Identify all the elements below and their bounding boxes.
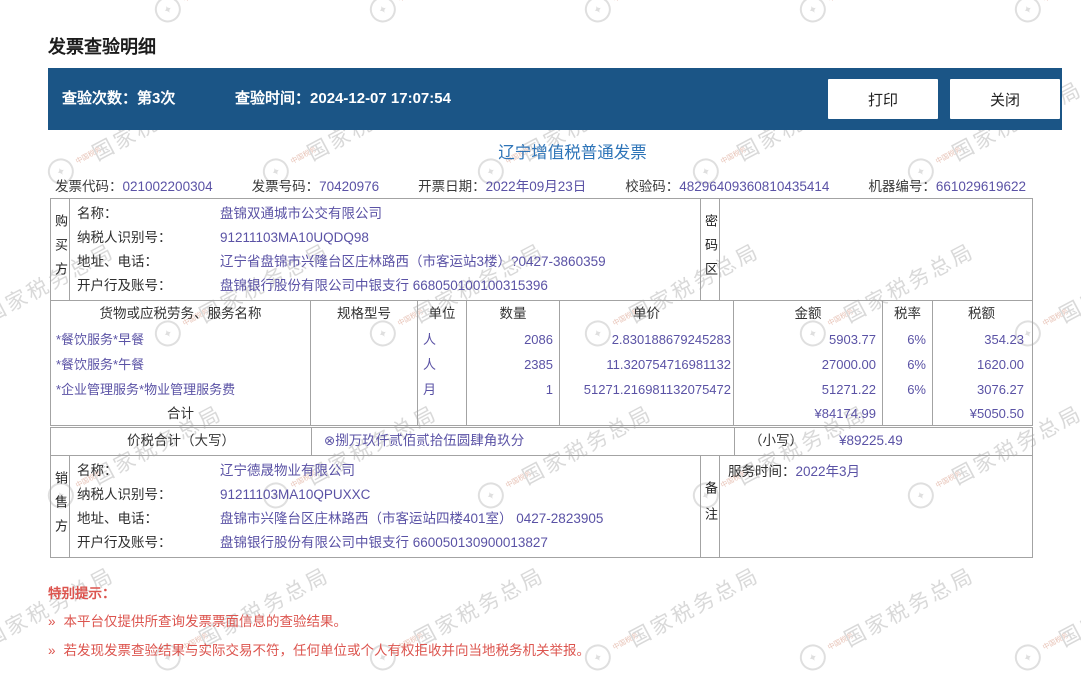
check-count: 查验次数：第3次 [62, 68, 175, 130]
close-button[interactable]: 关闭 [950, 79, 1060, 119]
invoice-date-field: 开票日期：2022年09月23日 [418, 179, 587, 194]
col-header-name: 货物或应税劳务、服务名称 [51, 301, 311, 327]
check-time-label: 查验时间： [235, 90, 311, 107]
grand-total-uppercase: ⊗捌万玖仟贰佰贰拾伍圆肆角玖分 [312, 428, 735, 455]
item-row: *餐饮服务*午餐 人 2385 11.320754716981132 27000… [51, 352, 1032, 377]
buyer-address-row: 地址、电话： 辽宁省盘锦市兴隆台区庄林路西（市客运站3楼）?0427-386035… [77, 254, 606, 269]
items-header-row: 货物或应税劳务、服务名称 规格型号 单位 数量 单价 金额 税率 税额 [51, 301, 1032, 327]
grand-total-label: 价税合计（大写） [51, 428, 312, 455]
grand-total-row: 价税合计（大写） ⊗捌万玖仟贰佰贰拾伍圆肆角玖分 （小写） ¥89225.49 [50, 427, 1033, 456]
total-tax: ¥5050.50 [969, 406, 1024, 421]
item-row: *企业管理服务*物业管理服务费 月 1 51271.21698113207547… [51, 377, 1032, 402]
remark-zone-label: 备注 [701, 456, 720, 557]
col-header-qty: 数量 [467, 301, 560, 327]
buyer-fields: 名称： 盘锦双通城市公交有限公司 纳税人识别号： 91211103MA10UQDQ9… [70, 199, 701, 300]
col-header-spec: 规格型号 [311, 301, 418, 327]
remark-zone: 服务时间： 2022年3月 [720, 456, 1032, 557]
check-count-value: 第3次 [137, 90, 176, 107]
password-zone-label: 密码区 [701, 199, 720, 300]
note-bullet-icon: » [48, 643, 56, 658]
item-row: *餐饮服务*早餐 人 2086 2.830188679245283 5903.7… [51, 327, 1032, 352]
toolbar: 查验次数：第3次 查验时间：2024-12-07 17:07:54 打印 关闭 [48, 68, 1062, 130]
check-time: 查验时间：2024-12-07 17:07:54 [235, 68, 451, 130]
invoice-code-field: 发票代码：021002200304 [55, 179, 213, 194]
note-bullet-icon: » [48, 614, 56, 629]
invoice-title: 辽宁增值税普通发票 [498, 144, 647, 162]
note-item: » 若发现发票查验结果与实际交易不符，任何单位或个人有权拒收并向当地税务机关举报… [48, 643, 591, 658]
invoice-verification-page: 发票查验明细 查验次数：第3次 查验时间：2024-12-07 17:07:54… [0, 0, 1081, 686]
col-header-rate: 税率 [883, 301, 933, 327]
check-code-field: 校验码：48296409360810435414 [625, 179, 830, 194]
invoice-header-fields: 发票代码：021002200304 发票号码：70420976 开票日期：202… [50, 175, 1031, 195]
buyer-taxid-row: 纳税人识别号： 91211103MA10UQDQ98 [77, 230, 369, 245]
password-zone [720, 199, 1032, 300]
invoice-number-field: 发票号码：70420976 [251, 179, 380, 194]
note-item: » 本平台仅提供所查询发票票面信息的查验结果。 [48, 614, 348, 629]
print-button[interactable]: 打印 [828, 79, 938, 119]
seller-section: 销售方 名称： 辽宁德晟物业有限公司 纳税人识别号： 91211103MA10QPU… [50, 455, 1033, 558]
seller-taxid-row: 纳税人识别号： 91211103MA10QPUXXC [77, 487, 371, 502]
check-time-value: 2024-12-07 17:07:54 [310, 90, 451, 107]
total-label: 合计 [51, 402, 311, 425]
grand-total-numeric: （小写） ¥89225.49 [749, 433, 903, 448]
buyer-section: 购买方 名称： 盘锦双通城市公交有限公司 纳税人识别号： 91211103MA10U… [50, 198, 1033, 301]
buyer-bank-row: 开户行及账号： 盘锦银行股份有限公司中银支行 668050100100315396 [77, 278, 548, 293]
items-table: 货物或应税劳务、服务名称 规格型号 单位 数量 单价 金额 税率 税额 *餐饮服… [50, 300, 1033, 426]
total-amount: ¥84174.99 [734, 402, 883, 425]
machine-number-field: 机器编号：661029619622 [868, 179, 1026, 194]
service-time-row: 服务时间： 2022年3月 [728, 464, 861, 479]
check-count-label: 查验次数： [62, 90, 138, 107]
seller-name-row: 名称： 辽宁德晟物业有限公司 [77, 463, 355, 478]
page-title: 发票查验明细 [48, 37, 156, 57]
notes-title: 特别提示： [48, 586, 116, 601]
seller-side-label: 销售方 [51, 456, 70, 557]
seller-fields: 名称： 辽宁德晟物业有限公司 纳税人识别号： 91211103MA10QPUXXC … [70, 456, 701, 557]
buyer-side-label: 购买方 [51, 199, 70, 300]
col-header-unit: 单位 [418, 301, 467, 327]
seller-bank-row: 开户行及账号： 盘锦银行股份有限公司中银支行 660050130900013827 [77, 535, 548, 550]
col-header-tax: 税额 [968, 306, 995, 321]
buyer-name-row: 名称： 盘锦双通城市公交有限公司 [77, 206, 382, 221]
seller-address-row: 地址、电话： 盘锦市兴隆台区庄林路西（市客运站四楼401室） 0427-28239… [77, 511, 604, 526]
col-header-price: 单价 [560, 301, 734, 327]
items-total-row: 合计 ¥84174.99 ¥5050.50 [51, 402, 1032, 425]
special-notes: 特别提示： » 本平台仅提供所查询发票票面信息的查验结果。 » 若发现发票查验结… [48, 582, 590, 672]
col-header-amount: 金额 [734, 301, 883, 327]
